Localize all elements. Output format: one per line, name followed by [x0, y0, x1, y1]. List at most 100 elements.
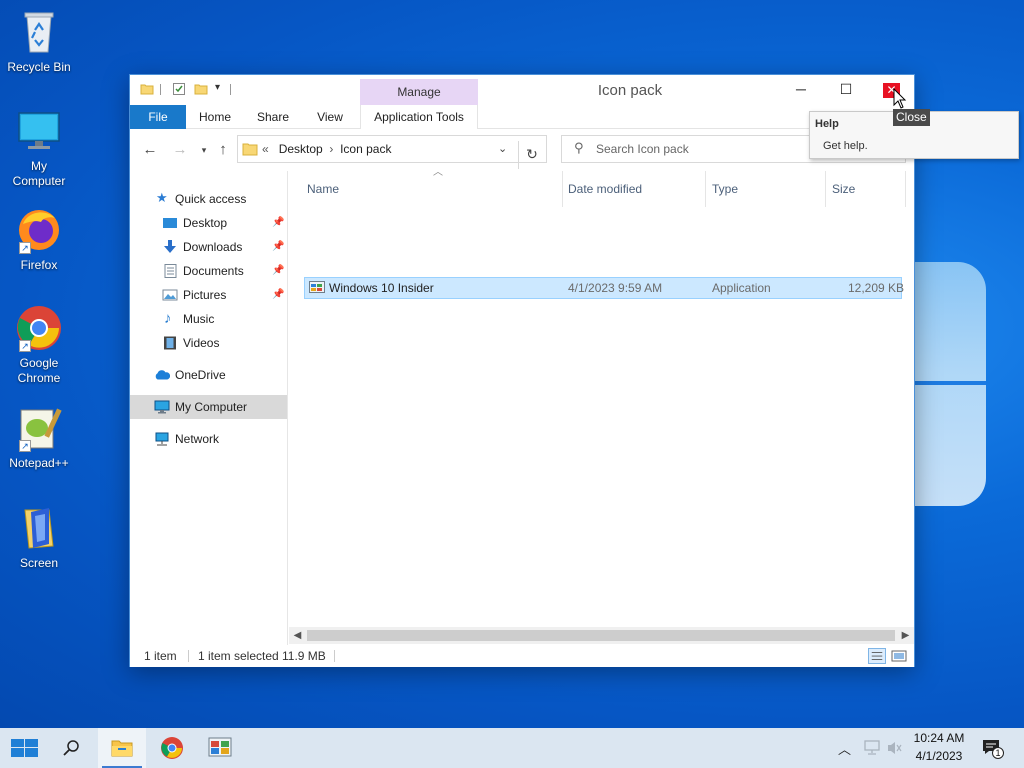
pin-icon: 📌 — [272, 241, 285, 252]
file-explorer-icon — [111, 740, 133, 757]
monitor-icon — [154, 400, 170, 414]
file-date-modified: 4/1/2023 9:59 AM — [568, 281, 663, 295]
chrome-icon — [161, 737, 183, 759]
monitor-icon — [15, 107, 63, 155]
scroll-right-icon[interactable]: ▶ — [897, 627, 914, 644]
cloud-icon — [155, 370, 170, 380]
nav-documents[interactable]: Documents 📌 — [130, 259, 287, 283]
refresh-icon: ↻ — [526, 146, 538, 162]
search-button[interactable] — [48, 728, 96, 768]
properties-icon[interactable] — [172, 82, 186, 96]
column-header-name[interactable]: Name ︿ — [299, 167, 563, 207]
large-icons-view-icon[interactable] — [890, 648, 908, 664]
taskbar-chrome[interactable] — [148, 728, 196, 768]
scrollbar-thumb[interactable] — [307, 630, 895, 641]
nav-pictures[interactable]: Pictures 📌 — [130, 283, 287, 307]
new-folder-icon[interactable] — [194, 82, 208, 96]
address-dropdown-icon[interactable]: ⌄ — [498, 142, 507, 155]
nav-network[interactable]: Network — [130, 427, 287, 451]
shortcut-arrow-icon: ↗ — [19, 440, 31, 452]
up-arrow-icon: ↑ — [219, 141, 227, 158]
search-icon: ⚲ — [574, 140, 584, 155]
clock-time[interactable]: 10:24 AM — [908, 731, 970, 745]
desktop-icon-firefox[interactable]: ↗ Firefox — [4, 206, 74, 273]
status-item-count: 1 item — [144, 649, 177, 663]
pictures-icon — [162, 289, 178, 301]
recent-locations-button[interactable]: ▾ — [194, 140, 214, 160]
tab-home[interactable]: Home — [190, 105, 240, 129]
volume-muted-icon[interactable] — [886, 740, 904, 756]
file-explorer-window: ▾ Manage Icon pack ─ ☐ ✕ File Home Share… — [129, 74, 915, 667]
breadcrumb-desktop[interactable]: Desktop — [279, 142, 323, 156]
title-bar[interactable]: ▾ Manage Icon pack ─ ☐ ✕ — [130, 75, 914, 105]
nav-quick-access[interactable]: ★ Quick access — [130, 187, 287, 211]
music-note-icon: ♪ — [164, 310, 172, 327]
nav-desktop[interactable]: Desktop 📌 — [130, 211, 287, 235]
ribbon-tabs: File Home Share View Application Tools — [130, 105, 914, 129]
pin-icon: 📌 — [272, 265, 285, 276]
nav-my-computer[interactable]: My Computer — [130, 395, 287, 419]
taskbar-windows-10-insider[interactable] — [196, 728, 244, 768]
tab-application-tools[interactable]: Application Tools — [360, 105, 478, 129]
close-button[interactable]: ✕ — [868, 75, 914, 105]
refresh-button[interactable]: ↻ — [518, 141, 545, 169]
nav-videos[interactable]: Videos — [130, 331, 287, 355]
clock-date[interactable]: 4/1/2023 — [908, 749, 970, 763]
desktop-icon-my-computer[interactable]: My Computer — [4, 107, 74, 189]
pin-icon: 📌 — [272, 289, 285, 300]
start-button[interactable] — [0, 728, 48, 768]
chevron-down-icon: ▾ — [201, 145, 207, 155]
details-view-icon[interactable] — [868, 648, 886, 664]
status-selection: 1 item selected — [198, 649, 279, 663]
tab-view[interactable]: View — [305, 105, 355, 129]
application-icon — [309, 281, 325, 293]
navigation-pane: ★ Quick access Desktop 📌 Downloads 📌 Doc… — [130, 171, 288, 645]
maximize-icon: ☐ — [839, 81, 853, 97]
maximize-button[interactable]: ☐ — [823, 75, 869, 105]
up-button[interactable]: ↑ — [213, 140, 233, 160]
horizontal-scrollbar[interactable]: ◀ ▶ — [289, 627, 914, 644]
column-header-date-modified[interactable]: Date modified — [560, 171, 706, 207]
sort-ascending-icon: ︿ — [433, 167, 443, 178]
chrome-icon: ↗ — [15, 304, 63, 352]
column-header-type[interactable]: Type — [704, 171, 826, 207]
file-list-pane: Name ︿ Date modified Type Size Windows 1… — [289, 167, 914, 629]
search-icon — [63, 740, 79, 756]
tab-share[interactable]: Share — [248, 105, 298, 129]
notification-center-button[interactable]: 1 — [978, 737, 1008, 759]
nav-downloads[interactable]: Downloads 📌 — [130, 235, 287, 259]
desktop-icon-screen[interactable]: Screen — [4, 504, 74, 571]
desktop-icon-recycle-bin[interactable]: Recycle Bin — [4, 8, 74, 75]
application-icon — [208, 737, 232, 757]
nav-onedrive[interactable]: OneDrive — [130, 363, 287, 387]
breadcrumb-icon-pack[interactable]: Icon pack — [340, 142, 391, 156]
breadcrumb-overflow[interactable]: « — [262, 142, 269, 156]
network-status-icon[interactable] — [863, 740, 881, 756]
column-header-size[interactable]: Size — [824, 171, 906, 207]
tab-file[interactable]: File — [130, 105, 186, 129]
address-bar-row: ← → ▾ ↑ « Desktop › Icon pack ⌄ ↻ ⚲ Sear… — [130, 130, 914, 170]
file-row[interactable]: Windows 10 Insider 4/1/2023 9:59 AM Appl… — [304, 277, 905, 299]
address-bar[interactable]: « Desktop › Icon pack ⌄ ↻ — [237, 135, 547, 169]
breadcrumb-separator-icon: › — [326, 142, 337, 156]
star-icon: ★ — [156, 190, 168, 205]
minimize-button[interactable]: ─ — [778, 75, 824, 105]
desktop-icon-notepad-plus-plus[interactable]: ↗ Notepad++ — [4, 404, 74, 471]
help-tooltip-body: Get help. — [823, 140, 868, 152]
show-hidden-icons-chevron-icon[interactable]: ︿ — [838, 739, 851, 758]
desktop-icon — [163, 218, 177, 228]
desktop-icon-google-chrome[interactable]: ↗ Google Chrome — [4, 304, 74, 386]
file-size: 12,209 KB — [848, 281, 905, 295]
back-arrow-icon: ← — [142, 141, 158, 158]
nav-music[interactable]: ♪ Music — [130, 307, 287, 331]
taskbar: ︿ 10:24 AM 4/1/2023 1 — [0, 728, 1024, 768]
notepad-plus-plus-icon: ↗ — [15, 404, 63, 452]
scroll-left-icon[interactable]: ◀ — [289, 627, 306, 644]
forward-button[interactable]: → — [170, 140, 190, 160]
folder-document-icon — [15, 504, 63, 552]
taskbar-file-explorer[interactable] — [98, 728, 146, 768]
mouse-cursor-icon — [893, 88, 907, 109]
back-button[interactable]: ← — [140, 140, 160, 160]
customize-quick-access-icon[interactable]: ▾ — [215, 82, 220, 93]
forward-arrow-icon: → — [172, 141, 188, 158]
